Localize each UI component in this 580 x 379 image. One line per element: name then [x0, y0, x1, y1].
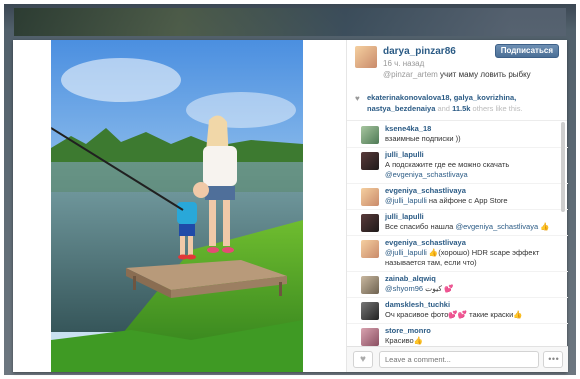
comment-item: evgeniya_schastlivaya @julli_lapulli 👍(х… [347, 236, 568, 272]
comment-username[interactable]: zainab_alqwiq [385, 274, 568, 284]
comment-text: Все спасибо нашла @evgeniya_schastlivaya… [385, 222, 550, 231]
commenter-avatar[interactable] [361, 214, 379, 232]
comment-text: @julli_lapulli на айфоне с App Store [385, 196, 508, 205]
comments-list[interactable]: ksene4ka_18 взаимные подписки )) julli_l… [347, 122, 568, 346]
more-options-button[interactable]: • • • [543, 351, 563, 368]
scrollbar-thumb[interactable] [561, 122, 565, 212]
commenter-avatar[interactable] [361, 152, 379, 170]
follow-button[interactable]: Подписаться [494, 44, 559, 58]
comment-mention[interactable]: @shyom96 [385, 284, 423, 293]
post-header: darya_pinzar86 16 ч. назад Подписаться @… [347, 40, 567, 88]
comment-item: julli_lapulli Все спасибо нашла @evgeniy… [347, 210, 568, 236]
likes-summary: ♥ ekaterinakonovalova18, galya_kovrizhin… [355, 92, 563, 114]
commenter-avatar[interactable] [361, 276, 379, 294]
comment-mention[interactable]: @julli_lapulli [385, 248, 427, 257]
comment-text: Оч красивое фото💕💕 такие краски👍 [385, 310, 523, 319]
commenter-avatar[interactable] [361, 126, 379, 144]
post-photo [51, 40, 303, 372]
comment-mention[interactable]: @evgeniya_schastlivaya 👍 [455, 222, 549, 231]
comment-item: damsklesh_tuchki Оч красивое фото💕💕 таки… [347, 298, 568, 324]
comment-item: julli_lapulli А подскажите где ее можно … [347, 148, 568, 184]
comment-text: взаимные подписки )) [385, 134, 461, 143]
comment-footer: ♥ • • • [347, 346, 568, 372]
caption-mention[interactable]: @pinzar_artem [383, 70, 438, 79]
post-details-panel: darya_pinzar86 16 ч. назад Подписаться @… [346, 40, 568, 372]
likes-count[interactable]: 11.5k [452, 104, 470, 113]
divider [347, 120, 567, 121]
comment-item: ksene4ka_18 взаимные подписки )) [347, 122, 568, 148]
post-timestamp: 16 ч. назад [383, 59, 425, 68]
comments-scrollbar[interactable] [561, 122, 565, 346]
like-button[interactable]: ♥ [353, 351, 373, 368]
comment-username[interactable]: store_monro [385, 326, 568, 336]
comment-username[interactable]: julli_lapulli [385, 212, 568, 222]
post-caption: @pinzar_artem учит маму ловить рыбку [383, 70, 531, 79]
background-feed-strip [14, 8, 566, 36]
comment-username[interactable]: damsklesh_tuchki [385, 300, 568, 310]
comment-mention[interactable]: @julli_lapulli [385, 196, 427, 205]
comment-item: store_monro Красиво👍 [347, 324, 568, 346]
caption-text: учит маму ловить рыбку [440, 70, 531, 79]
comment-input[interactable] [379, 351, 539, 368]
comment-text: @julli_lapulli 👍(хорошо) HDR scape эффек… [385, 248, 540, 267]
commenter-avatar[interactable] [361, 240, 379, 258]
commenter-avatar[interactable] [361, 328, 379, 346]
comment-username[interactable]: evgeniya_schastlivaya [385, 238, 568, 248]
author-avatar[interactable] [355, 46, 377, 68]
comment-item: evgeniya_schastlivaya @julli_lapulli на … [347, 184, 568, 210]
photo-modal: darya_pinzar86 16 ч. назад Подписаться @… [13, 40, 568, 372]
likes-and: and [437, 104, 450, 113]
heart-icon: ♥ [360, 354, 366, 365]
comment-text: Красиво👍 [385, 336, 424, 345]
commenter-avatar[interactable] [361, 302, 379, 320]
likes-others: others like this. [472, 104, 523, 113]
comment-username[interactable]: ksene4ka_18 [385, 124, 568, 134]
comment-text: А подскажите где ее можно скачать @evgeni… [385, 160, 510, 179]
commenter-avatar[interactable] [361, 188, 379, 206]
comment-username[interactable]: evgeniya_schastlivaya [385, 186, 568, 196]
author-username[interactable]: darya_pinzar86 [383, 46, 456, 57]
comment-item: zainab_alqwiq @shyom96 كيوت 💕 [347, 272, 568, 298]
comment-username[interactable]: julli_lapulli [385, 150, 568, 160]
comment-text: @shyom96 كيوت 💕 [385, 284, 454, 293]
comment-mention[interactable]: @evgeniya_schastlivaya [385, 170, 468, 179]
post-photo-image [51, 40, 303, 372]
heart-icon: ♥ [355, 94, 360, 103]
